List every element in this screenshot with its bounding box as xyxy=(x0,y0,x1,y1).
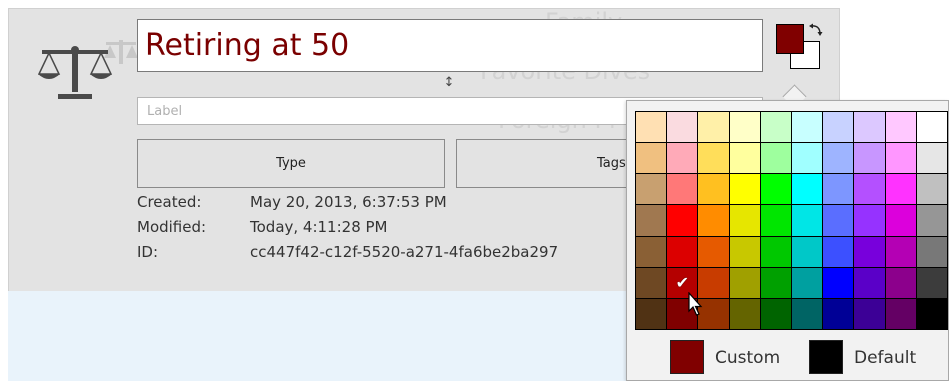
resize-vertical-icon[interactable]: ↕ xyxy=(443,75,455,91)
palette-color-cell[interactable] xyxy=(885,112,916,143)
palette-color-cell[interactable] xyxy=(854,236,885,267)
custom-color-swatch[interactable] xyxy=(670,340,704,374)
palette-color-cell[interactable] xyxy=(729,267,760,298)
palette-color-cell[interactable] xyxy=(916,236,947,267)
palette-color-cell[interactable] xyxy=(916,267,947,298)
palette-color-cell[interactable] xyxy=(667,112,698,143)
palette-color-cell[interactable] xyxy=(885,267,916,298)
palette-color-cell[interactable] xyxy=(760,236,791,267)
palette-color-cell[interactable] xyxy=(698,112,729,143)
palette-color-cell[interactable] xyxy=(854,174,885,205)
palette-color-cell[interactable] xyxy=(760,174,791,205)
palette-color-cell[interactable] xyxy=(760,298,791,329)
palette-color-cell[interactable] xyxy=(667,174,698,205)
palette-color-cell[interactable] xyxy=(636,174,667,205)
palette-color-cell[interactable] xyxy=(636,298,667,329)
palette-color-cell[interactable] xyxy=(854,267,885,298)
palette-color-cell[interactable] xyxy=(636,112,667,143)
palette-color-cell[interactable] xyxy=(916,174,947,205)
palette-color-cell[interactable] xyxy=(729,205,760,236)
palette-color-cell[interactable] xyxy=(792,143,823,174)
palette-color-cell[interactable] xyxy=(698,205,729,236)
palette-color-cell[interactable] xyxy=(885,174,916,205)
modified-value: Today, 4:11:28 PM xyxy=(250,218,388,236)
palette-color-cell[interactable] xyxy=(760,205,791,236)
palette-color-cell[interactable] xyxy=(823,298,854,329)
created-value: May 20, 2013, 6:37:53 PM xyxy=(250,193,447,211)
palette-color-cell[interactable] xyxy=(916,112,947,143)
checkmark-icon: ✔ xyxy=(675,272,689,292)
color-palette-grid: ✔ xyxy=(635,111,948,330)
scale-icon xyxy=(38,46,112,99)
palette-color-cell[interactable] xyxy=(729,298,760,329)
palette-color-cell[interactable] xyxy=(792,298,823,329)
palette-color-cell[interactable] xyxy=(760,112,791,143)
palette-color-cell[interactable] xyxy=(636,143,667,174)
palette-color-cell[interactable] xyxy=(636,236,667,267)
id-value: cc447f42-c12f-5520-a271-4fa6be2ba297 xyxy=(250,243,559,261)
palette-color-cell[interactable] xyxy=(823,205,854,236)
palette-color-cell[interactable] xyxy=(698,143,729,174)
type-button[interactable]: Type xyxy=(137,139,445,188)
color-palette-popup: ✔ Custom Default xyxy=(626,100,949,381)
palette-color-cell[interactable] xyxy=(760,143,791,174)
foreground-color-swatch[interactable] xyxy=(776,24,804,54)
palette-color-cell[interactable] xyxy=(823,143,854,174)
palette-color-cell[interactable] xyxy=(729,174,760,205)
palette-color-cell[interactable] xyxy=(792,174,823,205)
created-label: Created: xyxy=(137,193,202,211)
palette-color-cell[interactable] xyxy=(698,236,729,267)
palette-color-cell[interactable] xyxy=(792,236,823,267)
color-selector-button[interactable] xyxy=(774,22,826,72)
palette-color-cell[interactable] xyxy=(698,174,729,205)
mouse-cursor-icon xyxy=(688,292,703,316)
topic-title-field[interactable]: Retiring at 50 xyxy=(137,19,763,72)
palette-color-cell[interactable] xyxy=(885,143,916,174)
palette-color-cell[interactable] xyxy=(916,298,947,329)
palette-color-cell[interactable] xyxy=(823,174,854,205)
palette-color-cell[interactable] xyxy=(792,205,823,236)
palette-color-cell[interactable] xyxy=(823,267,854,298)
palette-color-cell[interactable] xyxy=(792,112,823,143)
palette-color-cell[interactable] xyxy=(823,236,854,267)
default-color-label[interactable]: Default xyxy=(854,348,916,368)
palette-color-cell[interactable] xyxy=(792,267,823,298)
palette-color-cell[interactable] xyxy=(885,298,916,329)
palette-color-cell[interactable] xyxy=(636,267,667,298)
palette-color-cell[interactable] xyxy=(885,205,916,236)
palette-color-cell[interactable] xyxy=(885,236,916,267)
custom-color-label[interactable]: Custom xyxy=(715,348,780,368)
palette-color-cell[interactable] xyxy=(636,205,667,236)
modified-label: Modified: xyxy=(137,218,207,236)
palette-color-cell[interactable] xyxy=(916,205,947,236)
default-color-swatch[interactable] xyxy=(809,340,843,374)
palette-color-cell[interactable] xyxy=(667,143,698,174)
palette-color-cell[interactable] xyxy=(916,143,947,174)
swap-colors-icon[interactable] xyxy=(808,22,824,38)
palette-color-cell[interactable] xyxy=(854,112,885,143)
palette-color-cell[interactable] xyxy=(854,143,885,174)
palette-color-cell[interactable] xyxy=(760,267,791,298)
palette-color-cell[interactable] xyxy=(729,112,760,143)
palette-color-cell[interactable] xyxy=(729,143,760,174)
palette-color-cell[interactable] xyxy=(667,205,698,236)
id-label: ID: xyxy=(137,243,159,261)
palette-color-cell[interactable] xyxy=(729,236,760,267)
palette-color-cell[interactable] xyxy=(667,236,698,267)
palette-color-cell[interactable] xyxy=(854,298,885,329)
palette-color-cell[interactable] xyxy=(823,112,854,143)
palette-color-cell[interactable] xyxy=(854,205,885,236)
